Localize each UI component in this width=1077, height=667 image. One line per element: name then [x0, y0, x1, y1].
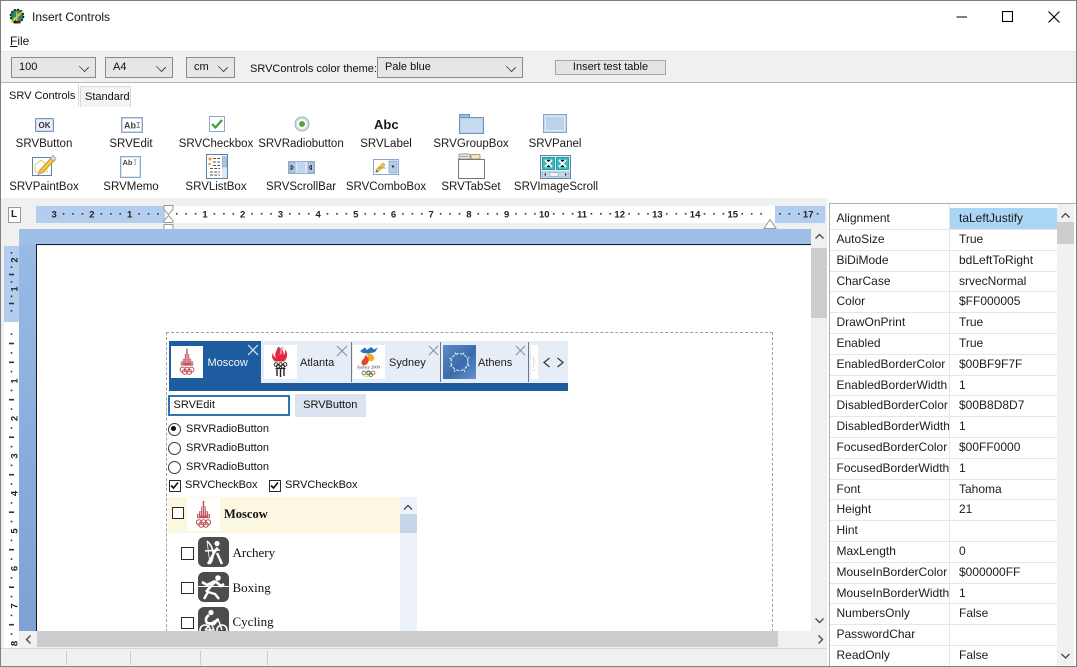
svg-text:Sydney 2000: Sydney 2000 — [357, 365, 381, 370]
svg-text:Ab: Ab — [123, 158, 133, 167]
svg-text:OK: OK — [39, 121, 51, 130]
svg-text:1: 1 — [202, 210, 208, 221]
svg-text:I: I — [133, 160, 137, 168]
svg-text:12: 12 — [614, 210, 625, 221]
svg-text:11: 11 — [577, 210, 588, 221]
svg-text:13: 13 — [652, 210, 663, 221]
svg-text:8: 8 — [466, 210, 471, 221]
svg-text:14: 14 — [690, 210, 701, 221]
svg-text:2: 2 — [240, 210, 245, 221]
svg-text:1: 1 — [127, 210, 133, 221]
svg-text:4: 4 — [315, 210, 321, 221]
svg-text:2: 2 — [89, 210, 94, 221]
svg-text:3: 3 — [52, 210, 57, 221]
svg-text:9: 9 — [504, 210, 509, 221]
svg-text:2: 2 — [10, 416, 19, 421]
svg-text:1: 1 — [10, 286, 19, 292]
svg-text:7: 7 — [429, 210, 434, 221]
svg-text:8: 8 — [10, 641, 19, 646]
svg-text:7: 7 — [10, 603, 19, 608]
svg-text:Abc: Abc — [374, 117, 399, 131]
svg-text:6: 6 — [10, 566, 19, 571]
svg-text:1: 1 — [10, 378, 19, 384]
svg-text:4: 4 — [10, 490, 19, 496]
svg-text:3: 3 — [278, 210, 283, 221]
svg-text:6: 6 — [391, 210, 396, 221]
svg-text:2: 2 — [10, 257, 19, 262]
svg-text:3: 3 — [10, 453, 19, 458]
svg-text:15: 15 — [728, 210, 739, 221]
svg-text:10: 10 — [539, 210, 550, 221]
svg-text:I: I — [136, 121, 141, 131]
svg-text:5: 5 — [10, 528, 19, 534]
svg-text:5: 5 — [353, 210, 359, 221]
svg-text:17: 17 — [803, 210, 814, 221]
